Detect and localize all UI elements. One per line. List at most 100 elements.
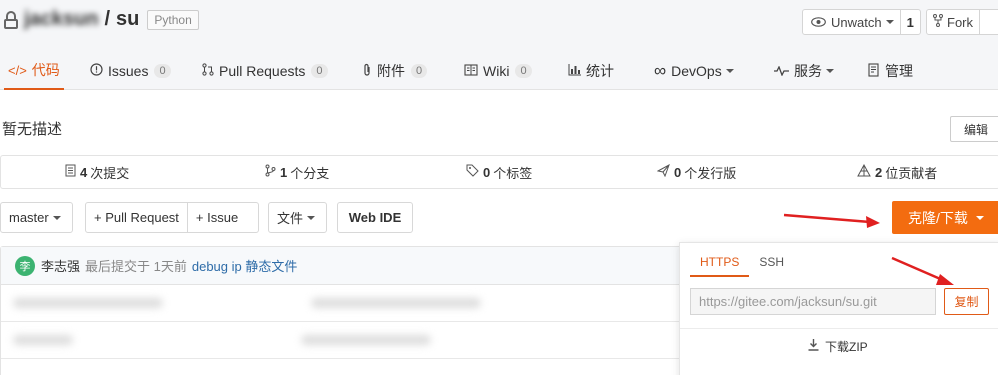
lock-icon	[4, 10, 18, 29]
commits-label: 次提交	[90, 165, 130, 181]
file-list: 李 李志强 最后提交于 1天前 debug ip 静态文件	[0, 246, 700, 375]
fork-label: Fork	[947, 14, 973, 30]
tab-devops[interactable]: ∞ DevOps	[650, 52, 738, 90]
tab-label: Issues	[108, 63, 149, 79]
watch-group: Unwatch 1	[802, 9, 921, 35]
tab-https[interactable]: HTTPS	[690, 253, 750, 277]
code-icon: </>	[8, 62, 27, 78]
redacted-commit	[301, 335, 431, 345]
commit-message[interactable]: debug ip 静态文件	[192, 256, 298, 275]
tab-label: 附件	[377, 63, 405, 79]
paperclip-icon	[362, 63, 372, 80]
avatar[interactable]: 李	[15, 255, 35, 276]
chevron-down-icon	[52, 215, 61, 220]
tab-issues[interactable]: Issues 0	[86, 52, 175, 90]
unwatch-button[interactable]: Unwatch	[803, 10, 901, 34]
download-zip-label: 下载ZIP	[825, 340, 868, 354]
infinity-icon: ∞	[654, 61, 667, 80]
clone-url-input[interactable]	[690, 288, 936, 315]
edit-description-button[interactable]: 编辑	[950, 116, 998, 142]
send-icon	[656, 163, 670, 180]
clone-url-row: 复制	[690, 288, 989, 315]
chevron-down-icon	[725, 69, 734, 73]
new-item-group: + Pull Request + Issue	[85, 202, 259, 233]
download-zip-link[interactable]: 下载ZIP	[808, 338, 868, 355]
tab-services[interactable]: 服务	[770, 52, 838, 90]
tab-label: DevOps	[671, 63, 722, 79]
branch-icon	[265, 164, 276, 180]
tags-count: 0	[483, 164, 491, 180]
watch-count[interactable]: 1	[901, 10, 920, 34]
divider	[680, 328, 998, 329]
chevron-down-icon	[826, 69, 834, 73]
branches-count: 1	[280, 164, 288, 180]
tab-attachments[interactable]: 附件 0	[358, 52, 431, 90]
clone-download-button[interactable]: 克隆/下载	[892, 201, 998, 234]
contributors-label: 位贡献者	[885, 165, 938, 181]
redacted-commit	[311, 298, 481, 308]
chevron-down-icon	[307, 215, 316, 220]
tab-label: 服务	[794, 63, 822, 79]
tag-icon	[466, 164, 479, 180]
stat-releases[interactable]: 0 个发行版	[656, 156, 737, 188]
fork-group: Fork	[926, 9, 998, 35]
files-dropdown-label: 文件	[277, 211, 304, 226]
clone-download-label: 克隆/下载	[908, 209, 968, 226]
download-icon	[808, 339, 819, 354]
tags-label: 个标签	[493, 165, 533, 181]
stat-tags[interactable]: 0 个标签	[466, 156, 532, 188]
repo-separator: /	[104, 8, 111, 30]
clone-protocol-tabs: HTTPS SSH	[690, 253, 794, 277]
contributors-icon	[857, 163, 871, 180]
copy-button[interactable]: 复制	[944, 288, 989, 315]
repo-owner[interactable]: jacksun	[24, 8, 98, 31]
tab-count: 0	[515, 64, 532, 78]
tab-stats[interactable]: 统计	[564, 52, 618, 90]
clone-popover: HTTPS SSH 复制 下载ZIP	[679, 242, 998, 375]
tab-label: 管理	[885, 63, 913, 79]
releases-label: 个发行版	[684, 165, 737, 181]
repo-name[interactable]: su	[116, 8, 139, 31]
stat-branches[interactable]: 1 个分支	[265, 156, 329, 188]
last-commit-row: 李 李志强 最后提交于 1天前 debug ip 静态文件	[1, 247, 699, 285]
table-row[interactable]	[1, 285, 699, 322]
chevron-down-icon	[975, 215, 984, 220]
branch-select[interactable]: master	[0, 202, 73, 233]
commits-count: 4	[80, 164, 88, 180]
repo-stats-bar: 4 次提交 1 个分支 0 个标签 0 个发行版 2 位贡献者	[0, 155, 998, 189]
tab-label: Wiki	[483, 63, 510, 79]
commit-icon	[65, 164, 76, 180]
book-icon	[464, 63, 478, 79]
tab-label: 统计	[586, 63, 614, 79]
annotation-arrow	[783, 213, 880, 228]
new-issue-button[interactable]: + Issue	[186, 203, 246, 232]
files-dropdown[interactable]: 文件	[268, 202, 327, 233]
language-badge[interactable]: Python	[147, 9, 199, 30]
repo-header: jacksun / su Python Unwatch 1 Fork </> 代…	[0, 0, 998, 90]
tab-label: 代码	[31, 62, 60, 78]
new-pull-request-button[interactable]: + Pull Request	[86, 203, 187, 232]
repo-description: 暂无描述	[2, 121, 63, 138]
redacted-filename	[13, 298, 163, 308]
bar-chart-icon	[568, 63, 581, 79]
web-ide-button[interactable]: Web IDE	[337, 202, 413, 233]
tab-manage[interactable]: 管理	[864, 52, 917, 90]
stat-contributors[interactable]: 2 位贡献者	[857, 156, 937, 188]
branch-select-value: master	[9, 210, 49, 225]
pull-request-icon	[202, 63, 214, 79]
chevron-down-icon	[885, 20, 894, 24]
commit-author[interactable]: 李志强	[41, 256, 80, 275]
stat-commits[interactable]: 4 次提交	[65, 156, 129, 188]
settings-doc-icon	[868, 62, 880, 80]
releases-count: 0	[674, 164, 682, 180]
tab-label: Pull Requests	[219, 63, 306, 79]
tab-code[interactable]: </> 代码	[4, 52, 64, 90]
tab-wiki[interactable]: Wiki 0	[460, 52, 536, 90]
unwatch-label: Unwatch	[831, 14, 882, 30]
tab-pull-requests[interactable]: Pull Requests 0	[198, 52, 332, 90]
eye-icon	[811, 15, 826, 30]
branches-label: 个分支	[290, 165, 330, 181]
fork-button[interactable]: Fork	[927, 10, 980, 34]
tab-ssh[interactable]: SSH	[749, 253, 794, 277]
table-row[interactable]	[1, 322, 699, 359]
